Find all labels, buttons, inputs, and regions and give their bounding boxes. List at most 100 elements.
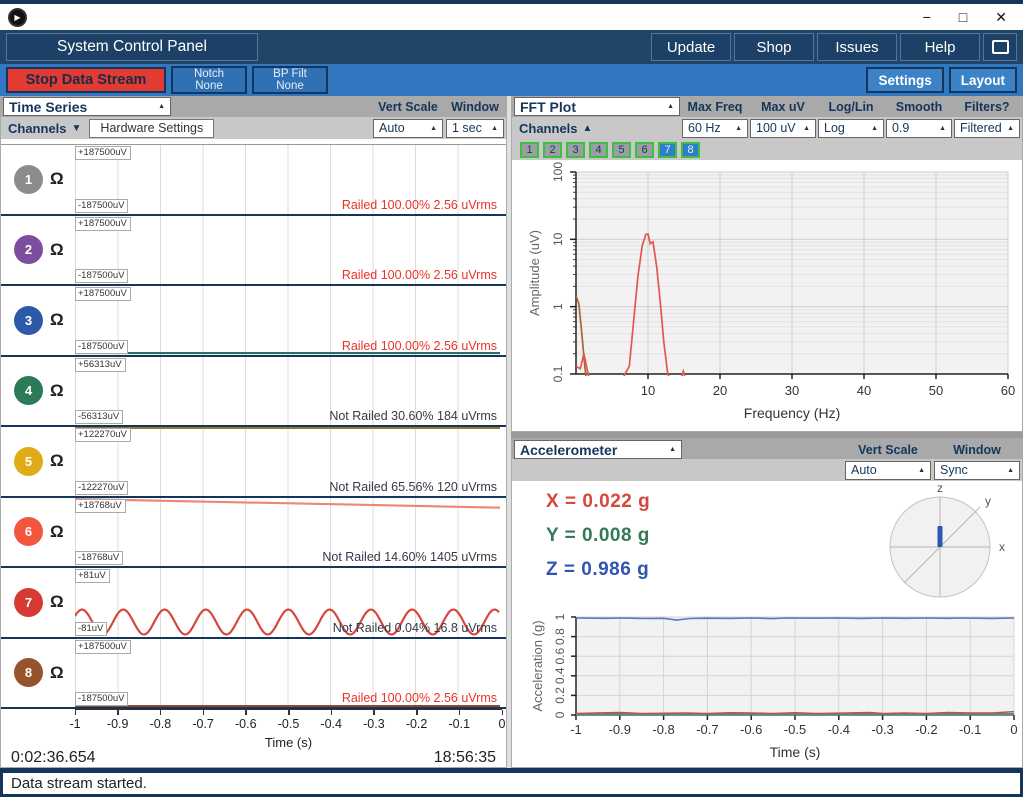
- impedance-button[interactable]: Ω: [50, 451, 64, 471]
- chevron-up-icon: ▲: [430, 124, 437, 132]
- svg-text:-0.3: -0.3: [871, 722, 893, 737]
- timeseries-channel-row: 7 Ω +81uV -81uV Not Railed 0.04% 16.8 uV…: [1, 568, 506, 639]
- fft-channel-button-7[interactable]: 7: [658, 141, 677, 158]
- maximize-button[interactable]: □: [959, 8, 967, 26]
- channel-badge[interactable]: 3: [14, 305, 43, 335]
- hardware-settings-button[interactable]: Hardware Settings: [89, 118, 215, 138]
- minimize-button[interactable]: −: [923, 8, 931, 26]
- svg-text:60: 60: [1001, 383, 1015, 398]
- main-area: Time Series ▲ Vert Scale Window Channels…: [0, 96, 1023, 768]
- window-label: Window: [451, 99, 499, 114]
- svg-text:Acceleration (g): Acceleration (g): [530, 620, 545, 711]
- fft-widget-dropdown[interactable]: FFT Plot ▲: [514, 97, 680, 116]
- axis-tick: [458, 710, 461, 715]
- channel-badge[interactable]: 5: [14, 446, 43, 476]
- rail-status-label: Not Railed 65.56% 120 uVrms: [329, 479, 497, 494]
- accelerometer-orientation-ball: z y x: [889, 481, 1005, 598]
- fft-chart: 0.1 1 10 100 10 20 30 40 50 60 Amplitude (uV) Frequ…: [527, 162, 1015, 421]
- accel-window-dropdown[interactable]: Sync ▲: [934, 460, 1020, 480]
- layout-button[interactable]: Layout: [948, 67, 1017, 93]
- max-uv-label: Max uV: [761, 99, 805, 114]
- axis-tick: [117, 710, 119, 715]
- impedance-button[interactable]: Ω: [50, 522, 64, 542]
- accel-vector-indicator: [937, 526, 943, 547]
- channel-plot: +56313uV -56313uV Not Railed 30.60% 184 …: [75, 356, 500, 425]
- max-freq-dropdown[interactable]: 60 Hz ▲: [682, 118, 748, 138]
- header-button-help[interactable]: Help: [900, 33, 980, 61]
- vert-scale-dropdown[interactable]: Auto ▲: [373, 118, 443, 138]
- stop-data-stream-button[interactable]: Stop Data Stream: [6, 67, 166, 93]
- axis-tick: [245, 710, 247, 715]
- play-icon[interactable]: ▶: [8, 7, 27, 27]
- elapsed-time: 0:02:36.654: [11, 749, 96, 766]
- bp-value: None: [276, 80, 304, 92]
- svg-text:40: 40: [857, 383, 871, 398]
- chevron-up-icon: ▲: [1007, 124, 1014, 132]
- header-button-update[interactable]: Update: [651, 33, 731, 61]
- channel-badge[interactable]: 7: [14, 587, 43, 617]
- axis-tick: [159, 710, 162, 715]
- impedance-button[interactable]: Ω: [50, 310, 64, 330]
- axis-tick-label: -0.5: [277, 717, 300, 731]
- scale-bottom-label: -187500uV: [75, 339, 129, 354]
- svg-text:-0.1: -0.1: [959, 722, 981, 737]
- svg-text:30: 30: [785, 383, 799, 398]
- z-axis-label: z: [937, 481, 943, 495]
- impedance-button[interactable]: Ω: [50, 592, 64, 612]
- window-dropdown[interactable]: 1 sec ▲: [446, 118, 504, 138]
- system-control-panel-button[interactable]: System Control Panel: [6, 33, 258, 61]
- log-lin-dropdown[interactable]: Log ▲: [818, 118, 884, 138]
- notch-filter-button[interactable]: Notch None: [171, 66, 247, 94]
- channels-label: Channels: [519, 120, 578, 136]
- channel-plot: +122270uV -122270uV Not Railed 65.56% 12…: [75, 427, 500, 496]
- accel-vert-scale-dropdown[interactable]: Auto ▲: [845, 460, 931, 480]
- settings-button[interactable]: Settings: [866, 67, 944, 93]
- fft-channel-button-2[interactable]: 2: [543, 141, 562, 158]
- fft-channel-button-1[interactable]: 1: [520, 141, 539, 158]
- clock-time: 18:56:35: [433, 749, 496, 766]
- fft-channel-button-4[interactable]: 4: [589, 141, 608, 158]
- filters-dropdown[interactable]: Filtered ▲: [954, 118, 1020, 138]
- svg-text:Time (s): Time (s): [770, 744, 821, 760]
- rail-status-label: Railed 100.00% 2.56 uVrms: [341, 197, 497, 212]
- close-button[interactable]: ✕: [995, 8, 1007, 26]
- scale-top-label: +18768uV: [75, 498, 126, 513]
- smooth-dropdown[interactable]: 0.9 ▲: [886, 118, 952, 138]
- console-window-button[interactable]: ...: [983, 33, 1017, 61]
- accelerometer-widget-dropdown[interactable]: Accelerometer ▲: [514, 440, 682, 459]
- channel-badge[interactable]: 8: [14, 658, 43, 688]
- fft-channels-toggle-button[interactable]: Channels ▲: [514, 121, 680, 136]
- header-button-issues[interactable]: Issues: [817, 33, 897, 61]
- channel-badge[interactable]: 6: [14, 517, 43, 547]
- smooth-label: Smooth: [895, 99, 943, 114]
- x-axis-label: x: [999, 540, 1005, 554]
- channel-plot: +18768uV -18768uV Not Railed 14.60% 1405…: [75, 497, 500, 566]
- header-button-shop[interactable]: Shop: [734, 33, 814, 61]
- channel-badge[interactable]: 4: [14, 376, 43, 406]
- impedance-button[interactable]: Ω: [50, 240, 64, 260]
- svg-text:0.2: 0.2: [553, 687, 567, 704]
- vert-scale-label: Vert Scale: [858, 442, 918, 457]
- channels-toggle-button[interactable]: Channels ▼: [3, 121, 81, 136]
- chevron-up-icon: ▲: [582, 122, 593, 134]
- svg-text:0.6: 0.6: [553, 648, 567, 665]
- scale-bottom-label: -56313uV: [75, 410, 124, 424]
- svg-text:Frequency (Hz): Frequency (Hz): [744, 405, 840, 421]
- axis-tick-label: -0.4: [320, 717, 342, 731]
- impedance-button[interactable]: Ω: [50, 169, 64, 189]
- max-uv-dropdown[interactable]: 100 uV ▲: [750, 118, 816, 138]
- rail-status-label: Not Railed 0.04% 16.8 uVrms: [332, 620, 497, 635]
- bandpass-filter-button[interactable]: BP Filt None: [252, 66, 328, 94]
- impedance-button[interactable]: Ω: [50, 663, 64, 683]
- channel-badge[interactable]: 2: [14, 235, 43, 265]
- fft-channel-button-8[interactable]: 8: [681, 141, 700, 158]
- channel-badge[interactable]: 1: [14, 164, 43, 194]
- svg-text:20: 20: [713, 383, 727, 398]
- timeseries-channel-row: 5 Ω +122270uV -122270uV Not Railed 65.56…: [1, 427, 506, 498]
- time-series-widget-dropdown[interactable]: Time Series ▲: [3, 97, 171, 116]
- fft-channel-button-5[interactable]: 5: [612, 141, 631, 158]
- fft-panel: FFT Plot ▲ Max Freq Max uV Log/Lin Smoot…: [511, 96, 1023, 432]
- fft-channel-button-3[interactable]: 3: [566, 141, 585, 158]
- fft-channel-button-6[interactable]: 6: [635, 141, 654, 158]
- impedance-button[interactable]: Ω: [50, 381, 64, 401]
